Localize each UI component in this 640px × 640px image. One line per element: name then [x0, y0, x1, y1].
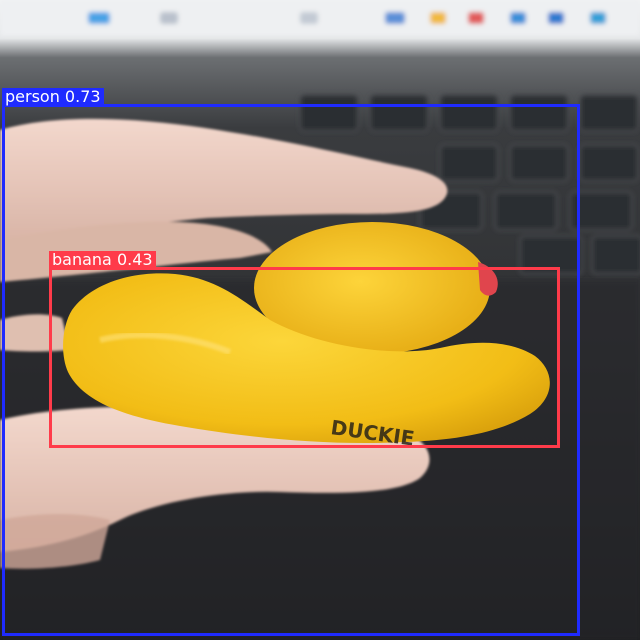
banana-bounding-box: banana 0.43	[49, 251, 560, 448]
banana-detection-label: banana 0.43	[49, 251, 156, 268]
blurred-taskbar	[0, 0, 640, 36]
person-detection-label: person 0.73	[2, 88, 104, 105]
detection-image: DUCKIE person 0.73 banana 0.43	[0, 0, 640, 640]
